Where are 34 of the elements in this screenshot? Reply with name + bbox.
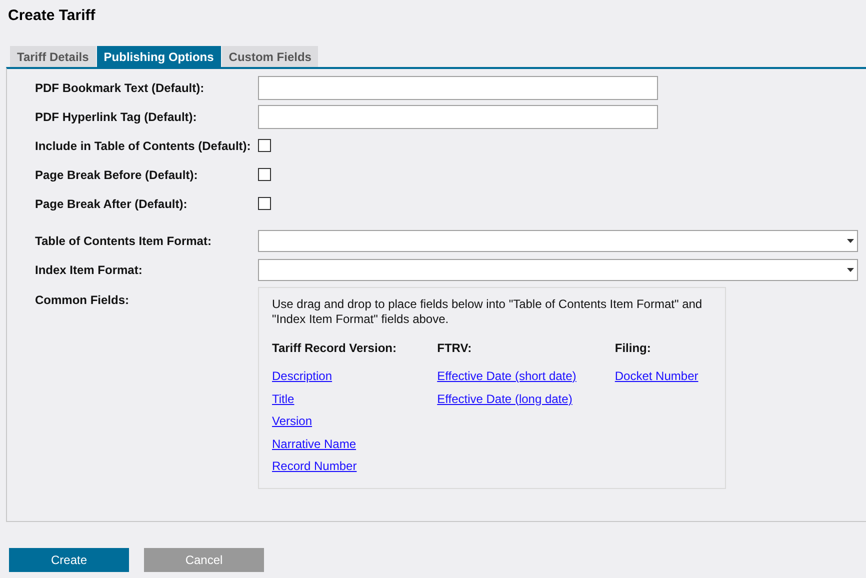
checkbox[interactable] xyxy=(258,139,271,152)
field-link[interactable]: Docket Number xyxy=(614,367,698,390)
caret-icon xyxy=(847,238,854,242)
text-field[interactable] xyxy=(258,76,658,100)
checkbox[interactable] xyxy=(258,197,271,210)
field-link[interactable]: Narrative Name xyxy=(272,434,356,457)
caret-icon xyxy=(847,268,854,272)
field-label: Common Fields: xyxy=(35,292,130,309)
dropdown-field[interactable] xyxy=(258,258,858,280)
create-button[interactable]: Create xyxy=(9,548,129,572)
hint-text: Use drag and drop to place fields below into "Table of Contents Item Format" and "Index Item Format" fields above. xyxy=(272,297,704,327)
field-link[interactable]: Effective Date (long date) xyxy=(437,390,572,412)
field-label: Page Break After (Default): xyxy=(35,196,188,212)
field-link[interactable]: Record Number xyxy=(272,457,357,480)
field-label: Index Item Format: xyxy=(35,262,144,278)
tab[interactable]: Tariff Details xyxy=(10,46,96,67)
field-link[interactable]: Version xyxy=(272,412,312,434)
field-label: Page Break Before (Default): xyxy=(35,166,199,184)
field-label: Table of Contents Item Format: xyxy=(35,232,212,250)
field-label: PDF Bookmark Text (Default): xyxy=(35,80,206,96)
text-field[interactable] xyxy=(258,104,658,128)
field-label: PDF Hyperlink Tag (Default): xyxy=(35,108,198,126)
page-title: Create Tariff xyxy=(7,6,96,26)
checkbox[interactable] xyxy=(258,168,271,181)
field-link[interactable]: Description xyxy=(272,367,332,390)
tab[interactable]: Publishing Options xyxy=(96,46,221,67)
group-heading: FTRV: xyxy=(437,340,473,357)
group-heading: Filing: xyxy=(614,340,652,357)
tab[interactable]: Custom Fields xyxy=(222,46,318,67)
field-link[interactable]: Effective Date (short date) xyxy=(437,367,576,390)
field-label: Include in Table of Contents (Default): xyxy=(35,138,252,154)
field-link[interactable]: Title xyxy=(272,390,294,412)
group-heading: Tariff Record Version: xyxy=(272,340,398,357)
dropdown-field[interactable] xyxy=(258,230,858,252)
